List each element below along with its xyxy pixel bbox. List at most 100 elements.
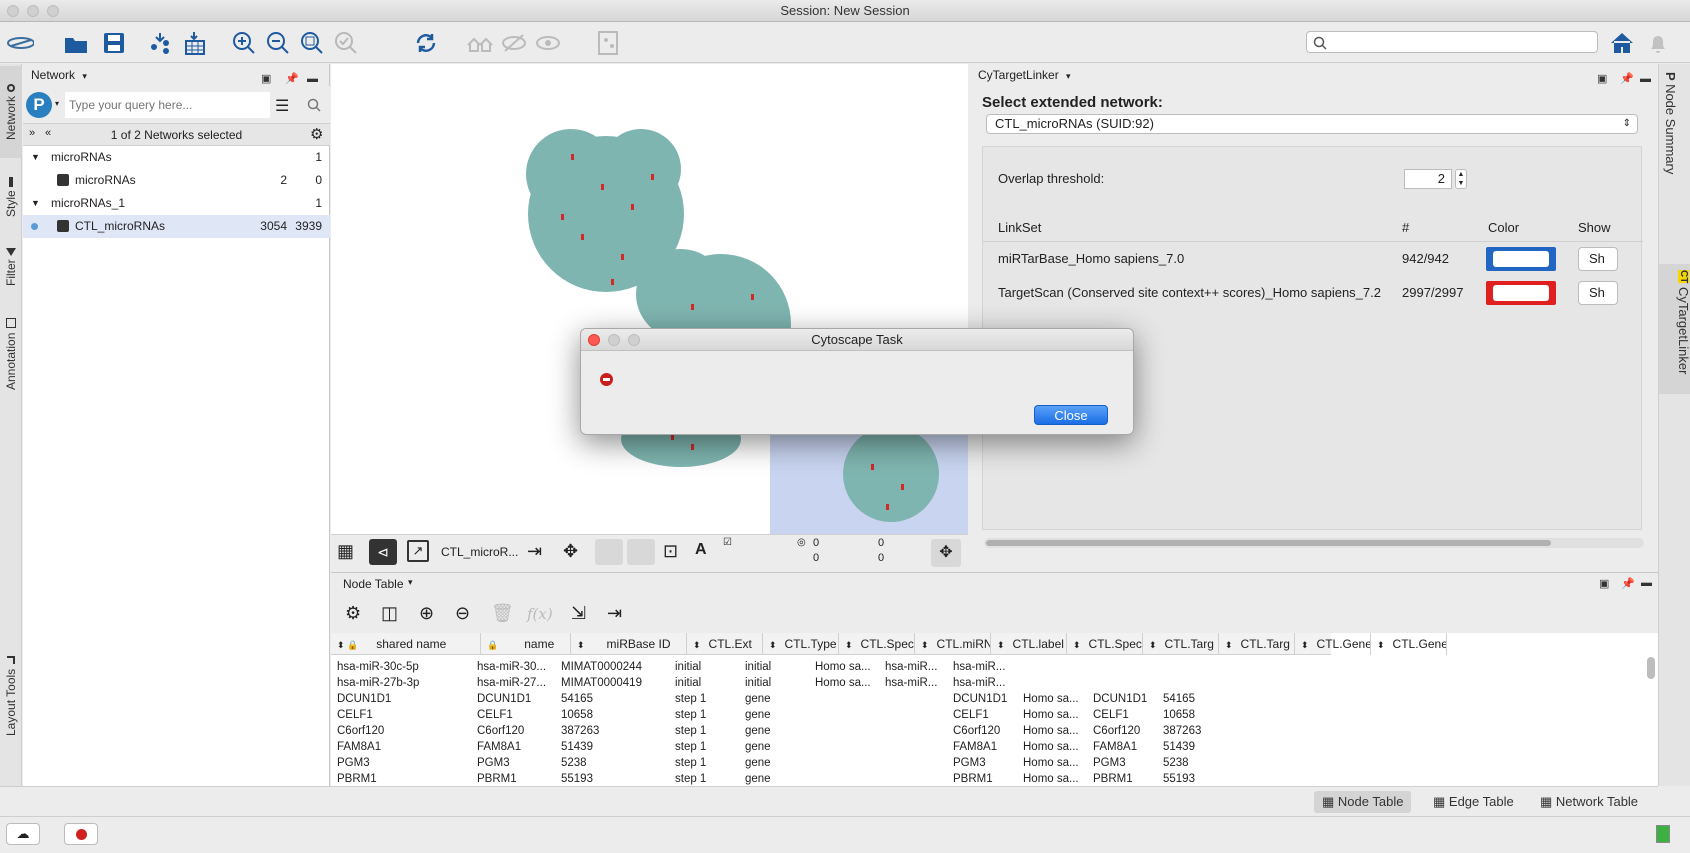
table-cell[interactable]: Homo sa... xyxy=(1023,723,1089,739)
table-cell[interactable]: gene xyxy=(745,707,813,723)
add-column-icon[interactable]: ⊕ xyxy=(419,603,434,624)
minimize-panel-icon[interactable]: ▬ xyxy=(1641,577,1652,589)
import-table-icon[interactable] xyxy=(180,29,208,57)
overlap-threshold-input[interactable]: 2 xyxy=(1404,169,1452,189)
cytoscape-logo-icon[interactable] xyxy=(6,29,34,57)
table-cell[interactable]: initial xyxy=(675,675,743,691)
window-minimize-button[interactable] xyxy=(27,5,39,17)
export-view-icon[interactable]: ⇥ xyxy=(527,541,542,562)
grid-view-icon[interactable]: ▦ xyxy=(337,541,354,562)
table-cell[interactable]: gene xyxy=(745,723,813,739)
table-cell[interactable]: hsa-miR... xyxy=(885,659,949,675)
tree-collection-microRNAs[interactable]: ▼ microRNAs 1 xyxy=(23,146,330,169)
remove-column-icon[interactable]: ⊖ xyxy=(455,603,470,624)
table-cell[interactable]: gene xyxy=(745,739,813,755)
table-cell[interactable]: hsa-miR-30c-5p xyxy=(337,659,473,675)
table-cell[interactable]: initial xyxy=(745,659,813,675)
tab-style[interactable]: Style xyxy=(0,164,22,230)
table-cell[interactable]: 10658 xyxy=(1163,707,1229,723)
import-table-icon[interactable]: ⇲ xyxy=(571,603,586,624)
table-cell[interactable]: CELF1 xyxy=(337,707,473,723)
float-panel-icon[interactable]: ▣ xyxy=(1597,68,1607,90)
table-cell[interactable]: Homo sa... xyxy=(1023,755,1089,771)
table-cell[interactable]: hsa-miR-30... xyxy=(477,659,557,675)
tree-collection-microRNAs_1[interactable]: ▼ microRNAs_1 1 xyxy=(23,192,330,215)
table-cell[interactable]: MIMAT0000419 xyxy=(561,675,671,691)
table-cell[interactable]: 10658 xyxy=(561,707,671,723)
show-icon[interactable] xyxy=(534,29,562,57)
linkset-color-button[interactable] xyxy=(1486,281,1556,305)
table-row[interactable]: hsa-miR-27b-3p hsa-miR-27... MIMAT0000419 i… xyxy=(331,675,1641,691)
gear-icon[interactable]: ⚙ xyxy=(345,603,361,624)
window-close-button[interactable] xyxy=(7,5,19,17)
export-table-icon[interactable]: ⇥ xyxy=(607,603,622,624)
table-cell[interactable]: CELF1 xyxy=(477,707,557,723)
delete-column-icon[interactable]: 🗑 xyxy=(491,603,514,624)
table-cell[interactable]: PGM3 xyxy=(337,755,473,771)
tree-network-CTL_microRNAs[interactable]: CTL_microRNAs 3054 3939 xyxy=(23,215,330,238)
window-zoom-button[interactable] xyxy=(47,5,59,17)
query-provider-icon[interactable]: P xyxy=(26,92,52,118)
search-input[interactable] xyxy=(1306,31,1598,53)
table-row[interactable]: hsa-miR-30c-5p hsa-miR-30... MIMAT0000244 i… xyxy=(331,659,1641,675)
network-view-canvas[interactable] xyxy=(331,64,968,534)
table-cell[interactable]: hsa-miR... xyxy=(953,675,1019,691)
annotation-selection-icon[interactable]: ⊡ xyxy=(663,541,678,562)
table-cell[interactable]: FAM8A1 xyxy=(953,739,1019,755)
tab-edge-table[interactable]: ▦ Edge Table xyxy=(1425,791,1522,813)
tab-node-table[interactable]: ▦ Node Table xyxy=(1314,791,1412,813)
table-cell[interactable]: 54165 xyxy=(1163,691,1229,707)
edge-selection-mode-icon[interactable] xyxy=(627,539,655,565)
search-icon[interactable] xyxy=(307,98,321,112)
chevron-down-icon[interactable]: ▾ xyxy=(82,71,87,81)
table-cell[interactable]: initial xyxy=(745,675,813,691)
table-cell[interactable]: Homo sa... xyxy=(1023,707,1089,723)
table-cell[interactable]: PBRM1 xyxy=(337,771,473,787)
table-cell[interactable]: PGM3 xyxy=(1093,755,1159,771)
table-cell[interactable]: PGM3 xyxy=(953,755,1019,771)
table-cell[interactable]: 387263 xyxy=(1163,723,1229,739)
table-cell[interactable]: hsa-miR-27b-3p xyxy=(337,675,473,691)
label-selection-icon[interactable]: A xyxy=(695,541,707,559)
chevron-down-icon[interactable]: ▾ xyxy=(55,99,59,108)
tab-node-summary[interactable]: P Node Summary xyxy=(1663,72,1678,174)
home-icon[interactable] xyxy=(1608,29,1636,57)
function-builder-icon[interactable]: f(x) xyxy=(527,605,553,623)
table-cell[interactable]: CELF1 xyxy=(1093,707,1159,723)
table-cell[interactable]: step 1 xyxy=(675,771,743,787)
chevron-down-icon[interactable]: ▼ xyxy=(31,192,40,215)
tree-network-microRNAs[interactable]: microRNAs 2 0 xyxy=(23,169,330,192)
gear-icon[interactable]: ⚙ xyxy=(310,125,323,143)
network-select-dropdown[interactable]: CTL_microRNAs (SUID:92) ⇕ xyxy=(986,114,1638,134)
column-header[interactable]: ⬍ CTL.label xyxy=(991,633,1067,655)
table-cell[interactable]: DCUN1D1 xyxy=(1093,691,1159,707)
table-cell[interactable]: 51439 xyxy=(1163,739,1229,755)
table-cell[interactable]: step 1 xyxy=(675,707,743,723)
column-header[interactable]: ⬍ CTL.miRN xyxy=(915,633,991,655)
linkset-color-button[interactable] xyxy=(1486,247,1556,271)
table-row[interactable]: CELF1 CELF1 10658 step 1 gene CELF1 Homo sa...… xyxy=(331,707,1641,723)
menu-icon[interactable]: ☰ xyxy=(275,96,289,116)
table-cell[interactable]: C6orf120 xyxy=(477,723,557,739)
horizontal-scrollbar[interactable] xyxy=(984,538,1644,548)
table-cell[interactable]: Homo sa... xyxy=(1023,771,1089,787)
table-cell[interactable]: FAM8A1 xyxy=(477,739,557,755)
detach-view-icon[interactable]: ↗ xyxy=(407,540,429,562)
tab-annotation[interactable]: Annotation xyxy=(0,304,22,404)
column-header[interactable]: ⬍ CTL.Spec xyxy=(839,633,915,655)
chevron-down-icon[interactable]: ▾ xyxy=(408,577,413,588)
table-cell[interactable]: 5238 xyxy=(1163,755,1229,771)
table-cell[interactable]: 387263 xyxy=(561,723,671,739)
tab-network[interactable]: Network xyxy=(0,66,22,158)
table-cell[interactable]: C6orf120 xyxy=(337,723,473,739)
table-cell[interactable]: MIMAT0000244 xyxy=(561,659,671,675)
node-selection-mode-icon[interactable] xyxy=(595,539,623,565)
network-view-icon[interactable]: ⊲ xyxy=(369,539,397,565)
float-panel-icon[interactable]: ▣ xyxy=(1599,577,1609,590)
table-cell[interactable]: hsa-miR... xyxy=(885,675,949,691)
hide-icon[interactable] xyxy=(500,29,528,57)
table-cell[interactable]: DCUN1D1 xyxy=(337,691,473,707)
table-cell[interactable]: Homo sa... xyxy=(1023,739,1089,755)
table-cell[interactable]: C6orf120 xyxy=(953,723,1019,739)
zoom-fit-icon[interactable] xyxy=(298,29,326,57)
